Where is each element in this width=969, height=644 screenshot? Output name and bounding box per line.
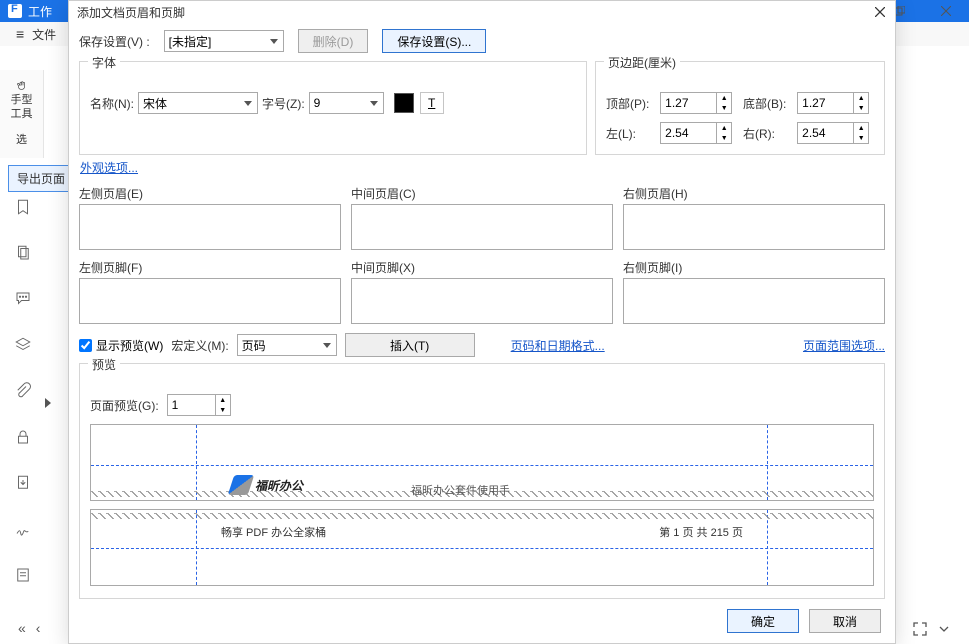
right-header-input[interactable] — [623, 204, 885, 250]
bottom-nav: « ‹ — [18, 620, 40, 636]
font-name-combo[interactable]: 宋体 — [138, 92, 258, 114]
margins-group: 页边距(厘米) 顶部(P): 1.27▲▼ 底部(B): 1.27▲▼ 左(L)… — [595, 61, 885, 155]
macro-label: 宏定义(M): — [171, 337, 228, 354]
preview-top-tagline: 福昕办公套件使用手 — [411, 482, 510, 498]
save-settings-row: 保存设置(V) : [未指定] 删除(D) 保存设置(S)... — [79, 29, 885, 53]
font-color-swatch[interactable] — [394, 93, 414, 113]
cancel-button[interactable]: 取消 — [809, 609, 881, 633]
insert-button[interactable]: 插入(T) — [345, 333, 475, 357]
center-header-input[interactable] — [351, 204, 613, 250]
page-preview-label: 页面预览(G): — [90, 397, 159, 414]
pages-icon[interactable] — [11, 241, 35, 265]
left-footer-label: 左侧页脚(F) — [79, 259, 341, 276]
app-title: 工作 — [28, 3, 52, 20]
preview-bottom-left-text: 畅享 PDF 办公全家桶 — [221, 524, 326, 540]
delete-button[interactable]: 删除(D) — [298, 29, 369, 53]
save-settings-label: 保存设置(V) : — [79, 33, 150, 50]
right-header-label: 右侧页眉(H) — [623, 185, 885, 202]
select-tool-label: 选 — [16, 134, 27, 146]
font-size-combo[interactable]: 9 — [309, 92, 384, 114]
bookmark-icon[interactable] — [11, 195, 35, 219]
left-header-input[interactable] — [79, 204, 341, 250]
dialog-titlebar: 添加文档页眉和页脚 — [69, 1, 895, 23]
first-page-icon[interactable]: « — [18, 620, 26, 636]
dialog-title: 添加文档页眉和页脚 — [77, 4, 185, 21]
left-toolbar: 手型 工具 选 — [0, 70, 44, 158]
preview-group: 预览 页面预览(G): 1▲▼ 福昕办公 福昕办公套件使用手 — [79, 363, 885, 599]
preview-group-title: 预览 — [88, 356, 120, 373]
font-size-label: 字号(Z): — [262, 95, 305, 112]
preview-bottom-right-text: 第 1 页 共 215 页 — [659, 524, 743, 540]
hand-icon — [12, 80, 32, 92]
margin-bottom-label: 底部(B): — [743, 95, 791, 112]
font-group-title: 字体 — [88, 54, 120, 71]
margin-bottom-input[interactable]: 1.27▲▼ — [797, 92, 869, 114]
save-settings-combo[interactable]: [未指定] — [164, 30, 284, 52]
preview-page-top: 福昕办公 福昕办公套件使用手 — [90, 424, 874, 501]
margin-top-input[interactable]: 1.27▲▼ — [660, 92, 732, 114]
macro-combo[interactable]: 页码 — [237, 334, 337, 356]
underline-button[interactable]: T — [420, 92, 444, 114]
form-icon[interactable] — [11, 563, 35, 587]
ok-button[interactable]: 确定 — [727, 609, 799, 633]
select-tool-button[interactable]: 选 — [4, 124, 40, 154]
save-settings-button[interactable]: 保存设置(S)... — [382, 29, 486, 53]
center-footer-input[interactable] — [351, 278, 613, 324]
comments-icon[interactable] — [11, 287, 35, 311]
page-date-format-link[interactable]: 页码和日期格式... — [511, 337, 605, 354]
left-header-label: 左侧页眉(E) — [79, 185, 341, 202]
margin-left-input[interactable]: 2.54▲▼ — [660, 122, 732, 144]
show-preview-checkbox[interactable]: 显示预览(W) — [79, 337, 163, 354]
fullscreen-icon[interactable] — [913, 622, 927, 636]
collapse-down-icon[interactable] — [937, 622, 951, 636]
expand-side-panel-icon[interactable] — [45, 398, 51, 408]
font-group: 字体 名称(N): 宋体 字号(Z): 9 T 外观选项... — [79, 61, 587, 155]
dialog-footer: 确定 取消 — [69, 599, 895, 643]
margin-right-label: 右(R): — [743, 125, 791, 142]
margin-top-label: 顶部(P): — [606, 95, 654, 112]
hand-tool-label2: 工具 — [11, 108, 33, 120]
font-name-label: 名称(N): — [90, 95, 134, 112]
margin-left-label: 左(L): — [606, 125, 654, 142]
macro-row: 显示预览(W) 宏定义(M): 页码 插入(T) 页码和日期格式... 页面范围… — [79, 333, 885, 357]
side-panel-icons — [0, 195, 36, 587]
signature-icon[interactable] — [11, 517, 35, 541]
export-page-tab[interactable]: 导出页面 — [8, 165, 74, 192]
security-icon[interactable] — [11, 425, 35, 449]
right-footer-input[interactable] — [623, 278, 885, 324]
appearance-options-link[interactable]: 外观选项... — [80, 159, 138, 176]
app-logo-icon — [8, 4, 22, 18]
hand-tool-button[interactable]: 手型 工具 — [4, 80, 40, 120]
center-header-label: 中间页眉(C) — [351, 185, 613, 202]
layers-icon[interactable] — [11, 333, 35, 357]
header-footer-grid: 左侧页眉(E) 中间页眉(C) 右侧页眉(H) 左侧页脚(F) 中间页脚(X) … — [79, 185, 885, 327]
header-footer-dialog: 添加文档页眉和页脚 保存设置(V) : [未指定] 删除(D) 保存设置(S).… — [68, 0, 896, 644]
center-footer-label: 中间页脚(X) — [351, 259, 613, 276]
right-footer-label: 右侧页脚(I) — [623, 259, 885, 276]
prev-page-icon[interactable]: ‹ — [36, 620, 41, 636]
preview-area: 福昕办公 福昕办公套件使用手 畅享 PDF 办公全家桶 第 1 页 共 215 … — [90, 422, 874, 588]
margin-right-input[interactable]: 2.54▲▼ — [797, 122, 869, 144]
menu-file[interactable]: 文件 — [32, 26, 56, 43]
bottom-right-controls — [913, 622, 951, 636]
hand-tool-label1: 手型 — [11, 94, 33, 106]
page-range-options-link[interactable]: 页面范围选项... — [803, 337, 885, 354]
left-footer-input[interactable] — [79, 278, 341, 324]
preview-page-bottom: 畅享 PDF 办公全家桶 第 1 页 共 215 页 — [90, 509, 874, 586]
margins-group-title: 页边距(厘米) — [604, 54, 680, 71]
hamburger-icon[interactable]: ≡ — [16, 26, 24, 42]
dialog-close-button[interactable] — [871, 3, 889, 21]
attachments-icon[interactable] — [11, 379, 35, 403]
export-icon[interactable] — [11, 471, 35, 495]
window-close-button[interactable] — [923, 0, 969, 22]
preview-logo: 福昕办公 — [231, 475, 303, 495]
page-preview-input[interactable]: 1▲▼ — [167, 394, 231, 416]
